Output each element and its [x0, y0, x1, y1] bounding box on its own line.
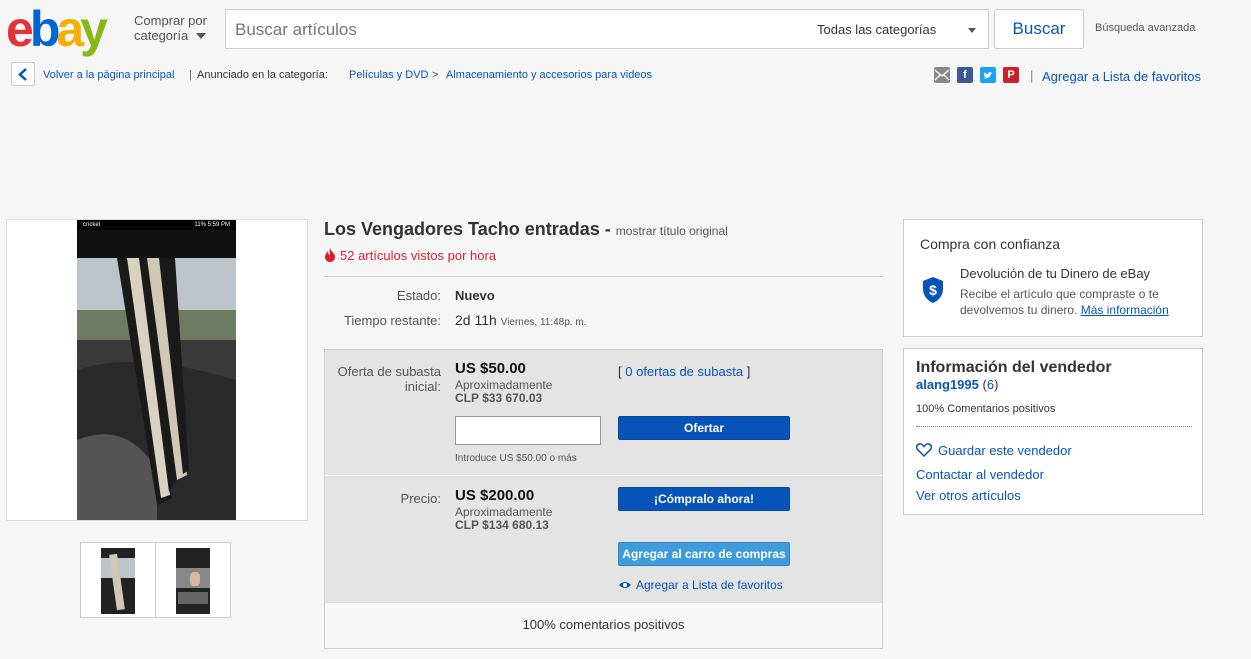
- category-select-value: Todas las categorías: [817, 22, 937, 37]
- divider: [324, 276, 883, 277]
- item-title: Los Vengadores Tacho entradas: [324, 219, 600, 239]
- condition-label: Estado:: [396, 288, 441, 303]
- contact-seller-link[interactable]: Contactar al vendedor: [916, 467, 1044, 482]
- photo-status-carrier: cricket: [83, 222, 101, 228]
- see-other-items-link[interactable]: Ver otros artículos: [916, 488, 1021, 503]
- svg-text:$: $: [929, 282, 937, 298]
- search-input[interactable]: Buscar artículos: [225, 9, 808, 49]
- buy-now-price: US $200.00: [455, 487, 535, 504]
- add-to-cart-button[interactable]: Agregar al carro de compras: [618, 542, 790, 566]
- photo-status-right: 11% 5:59 PM: [194, 222, 230, 228]
- views-per-hour: 52 artículos vistos por hora: [324, 248, 496, 263]
- breadcrumb-movies-dvd[interactable]: Películas y DVD: [349, 69, 428, 81]
- product-photo: [77, 230, 236, 520]
- thumbnail-2[interactable]: [155, 542, 231, 618]
- thumbnail-1[interactable]: [80, 542, 156, 618]
- bid-box-feedback: 100% comentarios positivos: [325, 602, 882, 648]
- bid-count-close: ]: [746, 364, 751, 379]
- time-left: 2d 11h Viernes, 11:48p. m.: [455, 312, 586, 328]
- back-button[interactable]: [11, 62, 35, 86]
- auction-price: US $50.00: [455, 360, 526, 377]
- seller-feedback: 100% Comentarios positivos: [916, 403, 1056, 415]
- buy-with-confidence-panel: Compra con confianza $ Devolución de tu …: [903, 219, 1203, 337]
- money-back-text-line2: devolvemos tu dinero.: [960, 303, 1078, 317]
- eye-icon: [619, 582, 631, 588]
- chevron-down-icon: [968, 28, 976, 33]
- email-icon[interactable]: [934, 67, 950, 83]
- bid-count: [ 0 ofertas de subasta ]: [618, 364, 750, 379]
- seller-score-close: ): [994, 377, 999, 392]
- breadcrumb-separator: >: [432, 69, 439, 81]
- breadcrumb-video-storage[interactable]: Almacenamiento y accesorios para videos: [446, 69, 652, 81]
- shield-dollar-icon: $: [923, 277, 943, 303]
- auction-approx-clp: CLP $33 670.03: [455, 391, 543, 405]
- seller-score-link[interactable]: 6: [987, 377, 994, 392]
- back-to-home-link[interactable]: Volver a la página principal: [43, 69, 174, 81]
- bid-amount-input[interactable]: [455, 416, 601, 445]
- save-seller-link[interactable]: Guardar este vendedor: [938, 443, 1072, 458]
- seller-name-link[interactable]: alang1995: [916, 377, 979, 392]
- seller-info-panel: Información del vendedor alang1995 (6) 1…: [903, 348, 1203, 515]
- seller-divider: [916, 426, 1192, 427]
- confidence-title: Compra con confianza: [920, 236, 1061, 252]
- buy-now-approx-clp: CLP $134 680.13: [455, 518, 549, 532]
- shop-by-category-button[interactable]: Comprar por categoría: [134, 13, 207, 43]
- add-to-watchlist-row[interactable]: Agregar a Lista de favoritos: [618, 578, 783, 592]
- item-title-row: Los Vengadores Tacho entradas - mostrar …: [324, 219, 728, 240]
- fire-icon: [325, 248, 335, 262]
- buy-now-label: Precio:: [400, 491, 441, 506]
- main-product-image[interactable]: cricket 11% 5:59 PM: [77, 220, 236, 520]
- views-text: 52 artículos vistos por hora: [340, 248, 497, 263]
- show-original-title-link[interactable]: mostrar título original: [616, 224, 728, 238]
- bid-count-link[interactable]: 0 ofertas de subasta: [625, 364, 743, 379]
- seller-info-title: Información del vendedor: [916, 359, 1112, 376]
- shop-by-line2: categoría: [134, 28, 189, 43]
- add-to-watchlist-link[interactable]: Agregar a Lista de favoritos: [1042, 69, 1201, 84]
- bid-hint: Introduce US $50.00 o más: [455, 453, 577, 464]
- shop-by-line1: Comprar por: [134, 13, 207, 28]
- twitter-icon[interactable]: [980, 67, 996, 83]
- money-back-heading: Devolución de tu Dinero de eBay: [960, 266, 1151, 281]
- title-dash: -: [604, 219, 611, 239]
- time-left-detail: Viernes, 11:48p. m.: [500, 317, 587, 328]
- back-chevron-icon: [18, 68, 27, 81]
- bid-box-divider: [325, 475, 882, 476]
- advanced-search-link[interactable]: Búsqueda avanzada: [1095, 22, 1195, 34]
- search-button[interactable]: Buscar: [994, 9, 1084, 49]
- category-select[interactable]: Todas las categorías: [807, 9, 989, 49]
- breadcrumb-divider: |: [189, 69, 192, 81]
- add-to-watchlist-link-2[interactable]: Agregar a Lista de favoritos: [636, 578, 783, 592]
- auction-label: Oferta de subasta inicial:: [326, 364, 441, 394]
- facebook-icon[interactable]: f: [957, 67, 973, 83]
- watchlist-divider: |: [1030, 68, 1034, 83]
- seller-name-row: alang1995 (6): [916, 377, 998, 392]
- place-bid-button[interactable]: Ofertar: [618, 416, 790, 440]
- ebay-logo[interactable]: ebay: [6, 3, 108, 55]
- bid-count-open: [: [618, 364, 622, 379]
- more-info-link[interactable]: Más información: [1081, 303, 1169, 317]
- time-left-value: 2d 11h: [455, 312, 497, 328]
- money-back-text-line1: Recibe el artículo que compraste o te: [960, 287, 1159, 301]
- buy-it-now-button[interactable]: ¡Cómpralo ahora!: [618, 487, 790, 511]
- dropdown-caret-icon: [195, 33, 206, 39]
- money-back-text: Recibe el artículo que compraste o te de…: [960, 286, 1169, 318]
- pinterest-icon[interactable]: P: [1003, 67, 1019, 83]
- auction-label-line2: inicial:: [404, 379, 441, 394]
- heart-icon: [915, 443, 933, 458]
- save-seller-row[interactable]: Guardar este vendedor: [915, 443, 1072, 458]
- time-left-label: Tiempo restante:: [343, 313, 441, 328]
- auction-label-line1: Oferta de subasta: [337, 364, 441, 379]
- condition-value: Nuevo: [455, 288, 495, 303]
- listed-in-label: Anunciado en la categoría:: [197, 69, 328, 81]
